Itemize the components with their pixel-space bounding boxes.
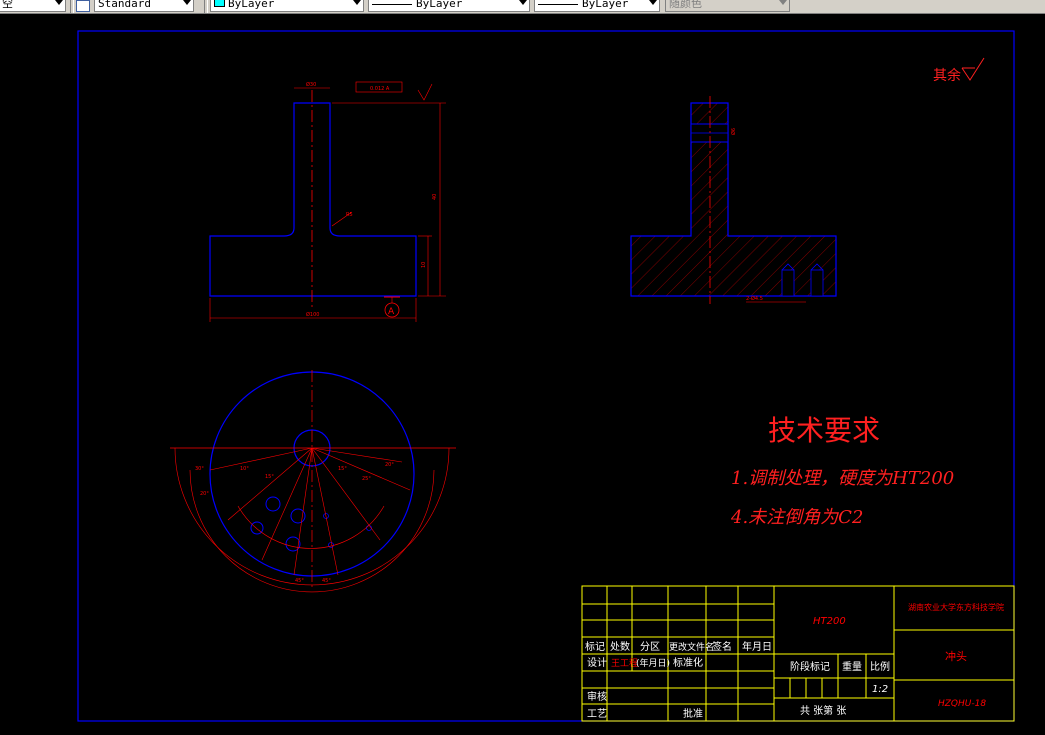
angle-label-1: 30° [195, 466, 204, 472]
chevron-down-icon [779, 0, 787, 5]
radial-line [311, 447, 339, 576]
tb-drawing-no: HZQHU-18 [938, 699, 986, 709]
datum-label: A [388, 307, 395, 317]
tb-h-chushu: 处数 [610, 640, 630, 653]
color-value: ByLayer [228, 0, 275, 10]
tb-h-nianyueri: 年月日 [742, 640, 772, 653]
color-swatch-icon [214, 0, 225, 7]
dim-section: Ø6 [730, 128, 737, 135]
tech-line-2: 4.未注倒角为C2 [730, 507, 863, 528]
roughness-text: 其余 [933, 67, 961, 84]
chevron-down-icon [353, 0, 361, 5]
angle-label-8: 45° [295, 578, 304, 584]
tb-h-gaiwen: 更改文件名 [669, 641, 714, 653]
dim-height-total: 40 [432, 194, 438, 200]
tb-sheji-name: 王工程 [611, 658, 638, 669]
hole-f [366, 525, 372, 531]
linetype-sample-icon [372, 3, 412, 5]
textstyle-icon[interactable] [76, 0, 90, 12]
lineweight-value: ByLayer [582, 0, 629, 10]
drawing-canvas[interactable]: 其余 Ø30 0.012 A 40 10 Ø100 R5 A 2-Ø4.5 Ø6… [0, 14, 1045, 735]
dim-top-width: Ø30 [306, 81, 316, 88]
section-hole-1 [781, 269, 795, 297]
front-view-outline [209, 102, 417, 297]
chevron-down-icon [55, 0, 63, 5]
surface-roughness-note: 其余 [933, 57, 985, 84]
dim-tolerance: 0.012 A [370, 86, 390, 92]
radial-line [311, 447, 381, 541]
arc-ring-inner [237, 505, 385, 549]
front-view: Ø30 0.012 A 40 10 Ø100 R5 A [209, 81, 446, 322]
lineweight-dropdown[interactable]: ByLayer [534, 0, 660, 12]
linetype-value: ByLayer [416, 0, 463, 10]
radial-line [209, 447, 313, 471]
roughness-symbol-icon [961, 57, 985, 81]
section-hole-2 [810, 269, 824, 297]
dim-base-width: Ø100 [306, 311, 319, 318]
chevron-down-icon [183, 0, 191, 5]
tb-r-shenhe: 审核 [587, 690, 607, 703]
tb-scale: 1:2 [872, 684, 888, 695]
tb-weight-label: 重量 [842, 660, 862, 673]
tb-h-qianming: 签名 [712, 640, 732, 653]
tb-r-biaozhunhua: 标准化 [673, 656, 703, 669]
top-view: 30° 20° 10° 15° 15° 25° 20° 45° 45° [170, 370, 456, 593]
roughness-mark-icon [417, 83, 433, 101]
color-dropdown[interactable]: ByLayer [210, 0, 364, 12]
properties-toolbar: 空 Standard ByLayer ByLayer ByLayer 随颜色 [0, 0, 1045, 14]
tb-h-fenqu: 分区 [640, 641, 660, 653]
toolbar-separator [70, 0, 74, 13]
tb-stage-label: 阶段标记 [790, 660, 830, 673]
drawing-border [77, 30, 1015, 722]
tb-r-gongyi: 工艺 [587, 708, 607, 720]
radial-line [293, 447, 313, 576]
tb-r-sheji: 设计 [587, 656, 607, 669]
tech-title: 技术要求 [768, 414, 880, 447]
toolbar-separator [204, 0, 208, 13]
linetype-dropdown[interactable]: ByLayer [368, 0, 530, 12]
dim-base-height: 10 [421, 262, 427, 268]
dim-radius: R5 [346, 212, 353, 218]
radial-line [311, 447, 411, 491]
textstyle-dropdown[interactable]: Standard [94, 0, 194, 12]
angle-label-4: 15° [265, 474, 274, 480]
tb-r-nianyueri2: (年月日) [636, 657, 670, 669]
plotstyle-value: 随颜色 [669, 0, 702, 10]
section-view: 2-Ø4.5 Ø6 [630, 96, 837, 304]
tb-h-biaoji: 标记 [585, 641, 605, 653]
tb-school: 湖南农业大学东方科技学院 [908, 602, 1004, 612]
layer-value: 空 [2, 0, 13, 10]
angle-label-9: 45° [322, 578, 331, 584]
angle-label-2: 20° [200, 491, 209, 497]
angle-label-3: 10° [240, 466, 249, 472]
tb-sheets: 共 张第 张 [800, 704, 846, 717]
plotstyle-dropdown[interactable]: 随颜色 [665, 0, 790, 12]
tb-r-pizhun: 批准 [683, 707, 703, 720]
technical-requirements: 技术要求 1.调制处理，硬度为HT200 4.未注倒角为C2 [730, 414, 954, 528]
tb-material: HT200 [813, 616, 846, 627]
angle-label-5: 15° [338, 466, 347, 472]
lineweight-sample-icon [538, 3, 578, 5]
tb-scale-label: 比例 [870, 660, 890, 673]
textstyle-value: Standard [98, 0, 151, 10]
hole-a [265, 496, 281, 512]
tb-part-name: 冲头 [945, 649, 967, 663]
radial-line [261, 447, 313, 561]
angle-label-6: 25° [362, 476, 371, 482]
dim-hole: 2-Ø4.5 [746, 295, 763, 302]
angle-label-7: 20° [385, 462, 394, 468]
chevron-down-icon [519, 0, 527, 5]
chevron-down-icon [649, 0, 657, 5]
layer-dropdown[interactable]: 空 [0, 0, 66, 12]
tech-line-1: 1.调制处理，硬度为HT200 [731, 468, 954, 489]
